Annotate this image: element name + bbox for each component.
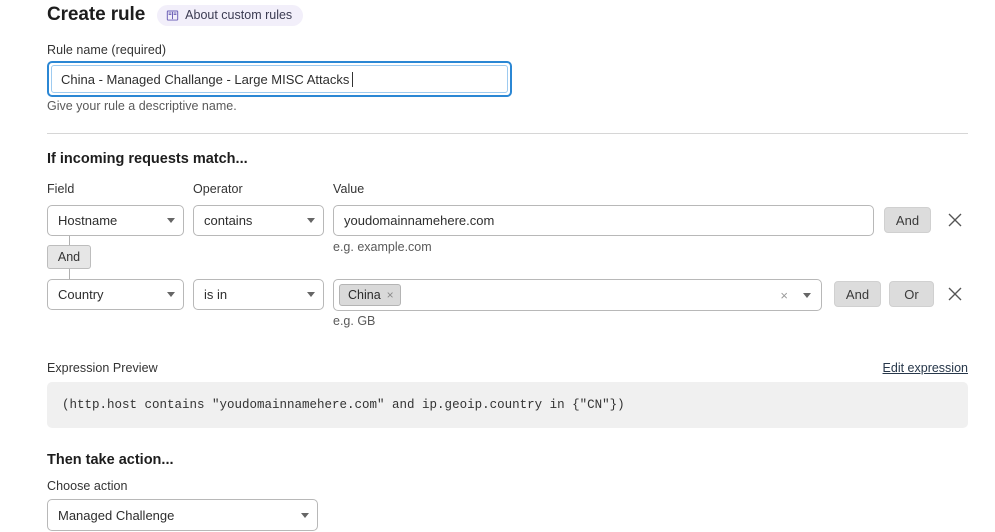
connector-line-bottom — [69, 269, 70, 279]
expression-preview-label: Expression Preview — [47, 361, 158, 375]
token-china[interactable]: China × — [339, 284, 401, 306]
operator-select-row-1[interactable]: contains — [193, 205, 324, 236]
value-hint-row-1: e.g. example.com — [333, 240, 432, 254]
choose-action-value: Managed Challenge — [58, 507, 175, 523]
token-remove-icon[interactable]: × — [387, 289, 394, 301]
field-select-row-2[interactable]: Country — [47, 279, 184, 310]
book-icon — [166, 9, 179, 22]
and-button-row-2[interactable]: And — [834, 281, 881, 307]
text-caret — [352, 71, 354, 87]
token-china-label: China — [348, 288, 381, 302]
section-divider — [47, 133, 968, 134]
choose-action-select[interactable]: Managed Challenge — [47, 499, 318, 531]
expression-preview-box: (http.host contains "youdomainnamehere.c… — [47, 382, 968, 428]
column-label-value: Value — [333, 182, 365, 196]
chevron-down-icon[interactable] — [803, 292, 811, 298]
column-label-operator: Operator — [193, 182, 243, 196]
rule-name-input[interactable]: China - Managed Challange - Large MISC A… — [47, 61, 512, 97]
row-connector-and-button[interactable]: And — [47, 245, 91, 269]
about-custom-rules-label: About custom rules — [185, 8, 293, 22]
chevron-down-icon — [167, 292, 175, 297]
chevron-down-icon — [301, 512, 309, 518]
value-input-row-1[interactable]: youdomainnamehere.com — [333, 205, 874, 236]
operator-select-row-1-value: contains — [204, 213, 253, 228]
operator-select-row-2[interactable]: is in — [193, 279, 324, 310]
chevron-down-icon — [307, 292, 315, 297]
value-tokens-row-2[interactable]: China × × — [333, 279, 822, 311]
field-select-row-1[interactable]: Hostname — [47, 205, 184, 236]
remove-row-1-button[interactable] — [944, 209, 966, 231]
clear-tokens-icon[interactable]: × — [780, 289, 788, 302]
rule-name-label: Rule name (required) — [47, 43, 167, 57]
value-input-row-1-value: youdomainnamehere.com — [344, 213, 495, 228]
page-header: Create rule About custom rules — [47, 3, 304, 26]
edit-expression-link[interactable]: Edit expression — [883, 361, 968, 375]
chevron-down-icon — [167, 218, 175, 223]
action-section-heading: Then take action... — [47, 452, 174, 468]
rule-name-help: Give your rule a descriptive name. — [47, 99, 237, 113]
about-custom-rules-link[interactable]: About custom rules — [157, 5, 304, 26]
and-button-row-1[interactable]: And — [884, 207, 931, 233]
create-rule-page: Create rule About custom rules Rule name… — [0, 0, 995, 532]
value-hint-row-2: e.g. GB — [333, 314, 376, 328]
connector-line-top — [69, 236, 70, 245]
match-section-heading: If incoming requests match... — [47, 151, 248, 167]
remove-row-2-button[interactable] — [944, 283, 966, 305]
field-select-row-1-value: Hostname — [58, 213, 118, 228]
column-label-field: Field — [47, 182, 75, 196]
page-title: Create rule — [47, 3, 146, 25]
field-select-row-2-value: Country — [58, 287, 104, 302]
choose-action-label: Choose action — [47, 479, 128, 493]
or-button-row-2[interactable]: Or — [889, 281, 934, 307]
operator-select-row-2-value: is in — [204, 287, 228, 302]
rule-name-value: China - Managed Challange - Large MISC A… — [61, 71, 350, 87]
chevron-down-icon — [307, 218, 315, 223]
expression-preview-text: (http.host contains "youdomainnamehere.c… — [62, 398, 625, 412]
